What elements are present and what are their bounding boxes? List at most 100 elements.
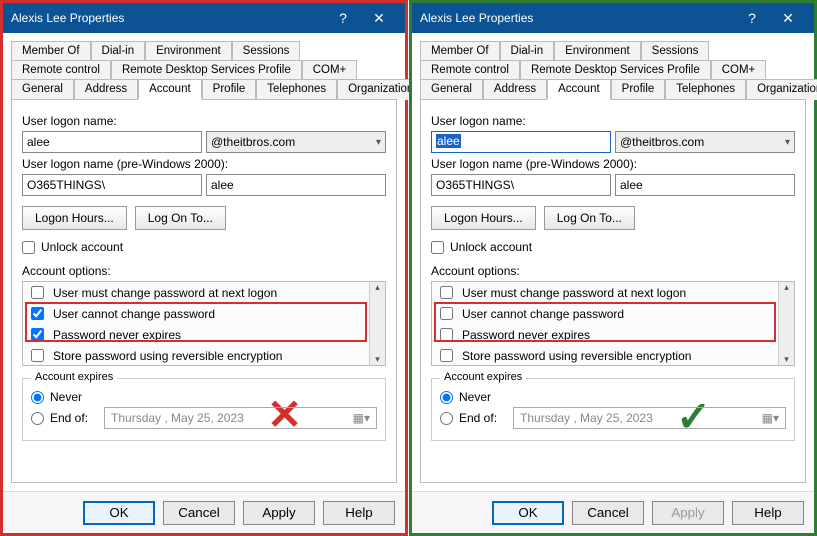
help-icon[interactable]: ? bbox=[734, 10, 770, 26]
scroll-down-icon: ▾ bbox=[784, 354, 789, 365]
dialog-right: Alexis Lee Properties ? ✕ Member Of Dial… bbox=[409, 0, 817, 536]
domain-combo[interactable]: @theitbros.com ▾ bbox=[615, 131, 795, 153]
tabs: Member Of Dial-in Environment Sessions R… bbox=[420, 41, 806, 100]
option-cannot-change[interactable]: User cannot change password bbox=[23, 303, 385, 324]
tab-member-of[interactable]: Member Of bbox=[11, 41, 91, 60]
tab-general[interactable]: General bbox=[11, 79, 74, 100]
tab-sessions[interactable]: Sessions bbox=[641, 41, 710, 60]
account-options-label: Account options: bbox=[431, 264, 795, 278]
date-picker[interactable]: Thursday , May 25, 2023 ▦▾ bbox=[513, 407, 786, 429]
ok-button[interactable]: OK bbox=[492, 501, 564, 525]
log-on-to-button[interactable]: Log On To... bbox=[135, 206, 226, 230]
radio-never[interactable]: Never bbox=[440, 390, 786, 404]
tab-address[interactable]: Address bbox=[74, 79, 138, 100]
cancel-button[interactable]: Cancel bbox=[163, 501, 235, 525]
calendar-dropdown-icon: ▦▾ bbox=[353, 411, 370, 425]
tab-account[interactable]: Account bbox=[547, 79, 611, 100]
tab-dial-in[interactable]: Dial-in bbox=[500, 41, 555, 60]
option-never-expires[interactable]: Password never expires bbox=[432, 324, 794, 345]
unlock-account-checkbox[interactable]: Unlock account bbox=[22, 240, 386, 254]
chevron-down-icon: ▾ bbox=[376, 137, 381, 148]
option-cannot-change[interactable]: User cannot change password bbox=[432, 303, 794, 324]
tab-row-3: General Address Account Profile Telephon… bbox=[11, 79, 397, 100]
title: Alexis Lee Properties bbox=[11, 11, 325, 25]
titlebar: Alexis Lee Properties ? ✕ bbox=[3, 3, 405, 33]
footer: OK Cancel Apply Help bbox=[3, 491, 405, 533]
tab-environment[interactable]: Environment bbox=[145, 41, 232, 60]
tab-environment[interactable]: Environment bbox=[554, 41, 641, 60]
domain-value: @theitbros.com bbox=[620, 135, 704, 149]
logon-name-input[interactable] bbox=[22, 131, 202, 153]
tab-profile[interactable]: Profile bbox=[202, 79, 257, 100]
tab-rdsp[interactable]: Remote Desktop Services Profile bbox=[111, 60, 302, 79]
logon-hours-button[interactable]: Logon Hours... bbox=[22, 206, 127, 230]
pre2000-label: User logon name (pre-Windows 2000): bbox=[431, 157, 795, 171]
radio-never[interactable]: Never bbox=[31, 390, 377, 404]
log-on-to-button[interactable]: Log On To... bbox=[544, 206, 635, 230]
unlock-checkbox[interactable] bbox=[431, 241, 444, 254]
tab-profile[interactable]: Profile bbox=[611, 79, 666, 100]
close-icon[interactable]: ✕ bbox=[770, 10, 806, 27]
tab-remote-control[interactable]: Remote control bbox=[11, 60, 111, 79]
unlock-checkbox[interactable] bbox=[22, 241, 35, 254]
tab-remote-control[interactable]: Remote control bbox=[420, 60, 520, 79]
tab-dial-in[interactable]: Dial-in bbox=[91, 41, 146, 60]
help-icon[interactable]: ? bbox=[325, 10, 361, 26]
tab-address[interactable]: Address bbox=[483, 79, 547, 100]
tabs: Member Of Dial-in Environment Sessions R… bbox=[11, 41, 397, 100]
scrollbar[interactable]: ▴▾ bbox=[369, 282, 385, 365]
date-picker[interactable]: Thursday , May 25, 2023 ▦▾ bbox=[104, 407, 377, 429]
unlock-account-checkbox[interactable]: Unlock account bbox=[431, 240, 795, 254]
pre2000-name-input[interactable] bbox=[615, 174, 795, 196]
logon-hours-button[interactable]: Logon Hours... bbox=[431, 206, 536, 230]
tab-complus[interactable]: COM+ bbox=[711, 60, 767, 79]
close-icon[interactable]: ✕ bbox=[361, 10, 397, 27]
pre2000-domain-input[interactable] bbox=[431, 174, 611, 196]
radio-end-of[interactable]: End of: Thursday , May 25, 2023 ▦▾ bbox=[440, 407, 786, 429]
domain-combo[interactable]: @theitbros.com ▾ bbox=[206, 131, 386, 153]
cancel-button[interactable]: Cancel bbox=[572, 501, 644, 525]
logon-name-label: User logon name: bbox=[431, 114, 795, 128]
tab-account[interactable]: Account bbox=[138, 79, 202, 100]
footer: OK Cancel Apply Help bbox=[412, 491, 814, 533]
tab-sessions[interactable]: Sessions bbox=[232, 41, 301, 60]
ok-button[interactable]: OK bbox=[83, 501, 155, 525]
option-reversible[interactable]: Store password using reversible encrypti… bbox=[432, 345, 794, 366]
account-expires-group: Account expires Never End of: Thursday ,… bbox=[431, 378, 795, 441]
tab-complus[interactable]: COM+ bbox=[302, 60, 358, 79]
apply-button[interactable]: Apply bbox=[652, 501, 724, 525]
tab-telephones[interactable]: Telephones bbox=[665, 79, 746, 100]
option-never-expires[interactable]: Password never expires bbox=[23, 324, 385, 345]
unlock-label: Unlock account bbox=[41, 240, 123, 254]
option-must-change[interactable]: User must change password at next logon bbox=[432, 282, 794, 303]
expires-legend: Account expires bbox=[440, 371, 526, 383]
scroll-up-icon: ▴ bbox=[784, 282, 789, 293]
pre2000-name-input[interactable] bbox=[206, 174, 386, 196]
tab-row-1: Member Of Dial-in Environment Sessions bbox=[11, 41, 397, 60]
option-must-change[interactable]: User must change password at next logon bbox=[23, 282, 385, 303]
scrollbar[interactable]: ▴▾ bbox=[778, 282, 794, 365]
tab-general[interactable]: General bbox=[420, 79, 483, 100]
account-options-label: Account options: bbox=[22, 264, 386, 278]
dialog-left: Alexis Lee Properties ? ✕ Member Of Dial… bbox=[0, 0, 408, 536]
tab-member-of[interactable]: Member Of bbox=[420, 41, 500, 60]
tab-organization[interactable]: Organization bbox=[746, 79, 817, 100]
account-panel: User logon name: @theitbros.com ▾ User l… bbox=[11, 99, 397, 483]
help-button[interactable]: Help bbox=[732, 501, 804, 525]
scroll-down-icon: ▾ bbox=[375, 354, 380, 365]
pre2000-domain-input[interactable] bbox=[22, 174, 202, 196]
tab-row-2: Remote control Remote Desktop Services P… bbox=[11, 60, 397, 79]
date-value: Thursday , May 25, 2023 bbox=[111, 411, 244, 425]
radio-end-of[interactable]: End of: Thursday , May 25, 2023 ▦▾ bbox=[31, 407, 377, 429]
account-panel: User logon name: alee @theitbros.com ▾ U… bbox=[420, 99, 806, 483]
titlebar: Alexis Lee Properties ? ✕ bbox=[412, 3, 814, 33]
pre2000-label: User logon name (pre-Windows 2000): bbox=[22, 157, 386, 171]
option-reversible[interactable]: Store password using reversible encrypti… bbox=[23, 345, 385, 366]
tab-telephones[interactable]: Telephones bbox=[256, 79, 337, 100]
tab-rdsp[interactable]: Remote Desktop Services Profile bbox=[520, 60, 711, 79]
apply-button[interactable]: Apply bbox=[243, 501, 315, 525]
scroll-up-icon: ▴ bbox=[375, 282, 380, 293]
logon-name-input[interactable]: alee bbox=[431, 131, 611, 153]
help-button[interactable]: Help bbox=[323, 501, 395, 525]
expires-legend: Account expires bbox=[31, 371, 117, 383]
